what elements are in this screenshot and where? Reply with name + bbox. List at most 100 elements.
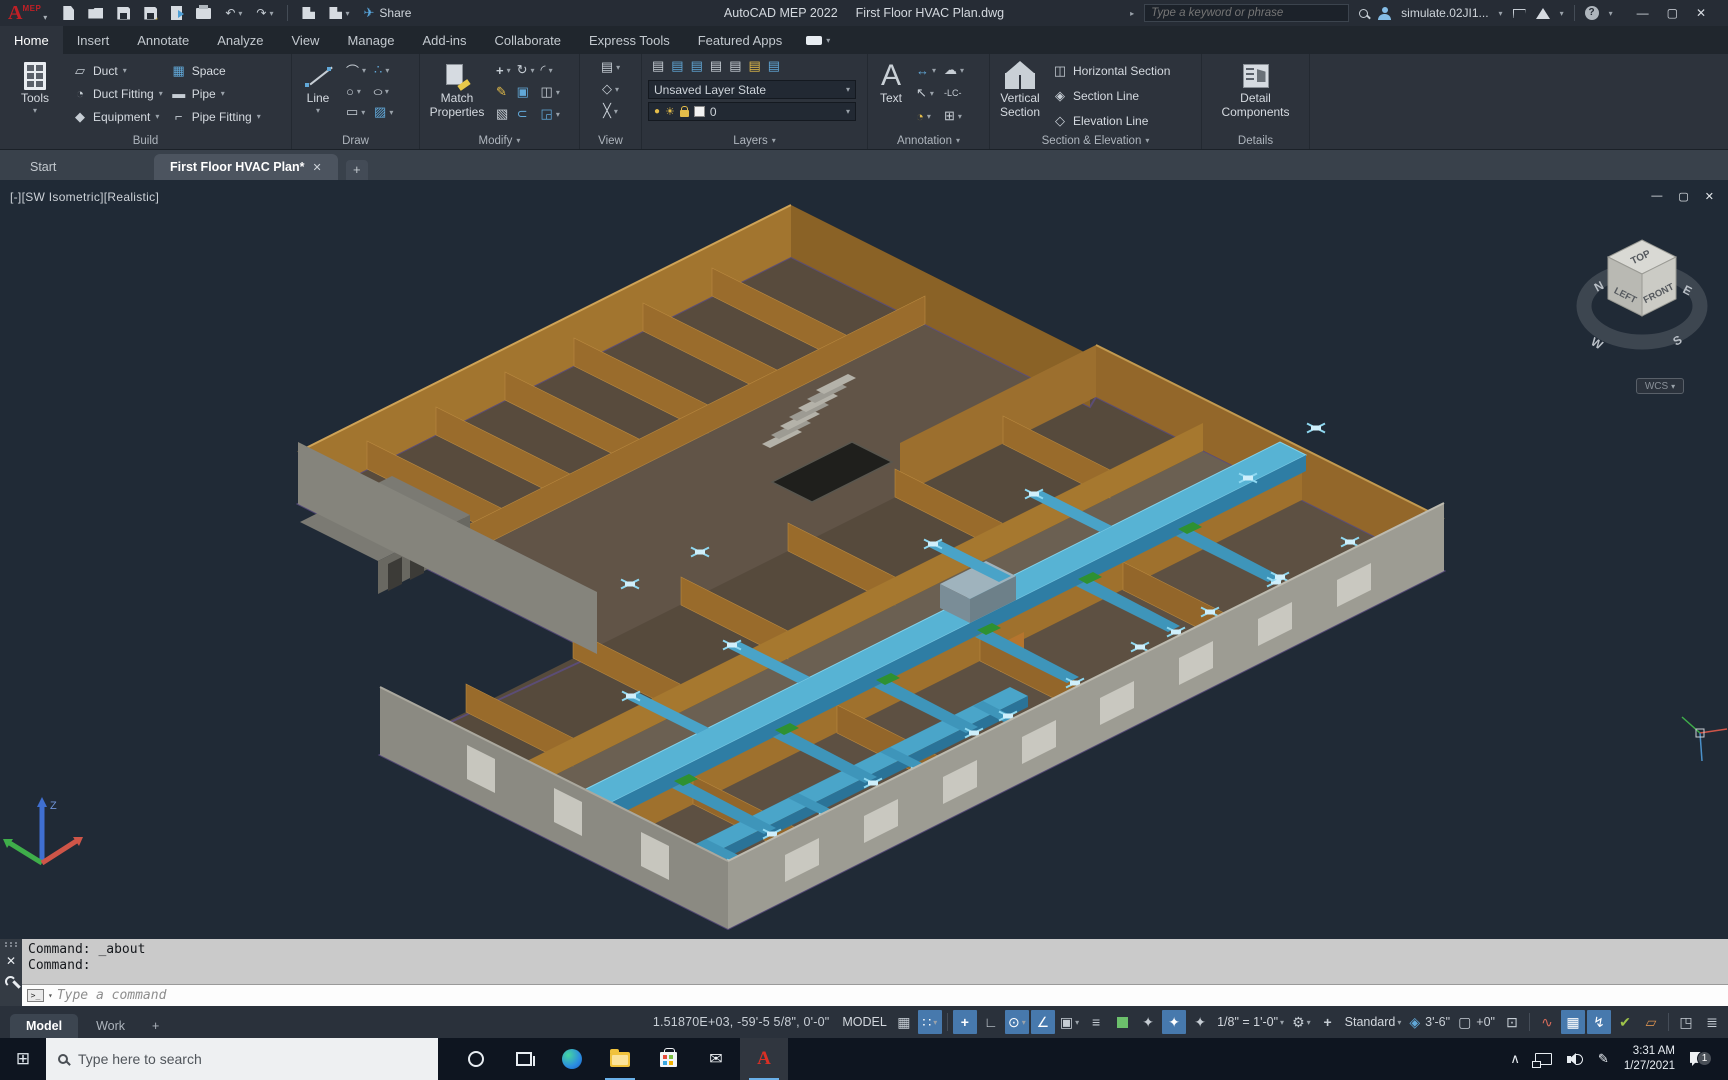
new-drawing-tab-button[interactable]: + <box>345 160 368 180</box>
model-viewport[interactable] <box>0 180 1728 939</box>
chevron-down-icon[interactable]: ▾ <box>531 66 535 75</box>
tools-button[interactable]: Tools ▾ <box>6 58 64 115</box>
chevron-down-icon[interactable]: ▾ <box>960 66 964 75</box>
detail-components-button[interactable]: Detail Components <box>1211 58 1301 120</box>
ortho-mode-toggle[interactable]: ∟ <box>979 1010 1003 1034</box>
taskbar-search-box[interactable]: Type here to search <box>46 1038 438 1080</box>
viewport-restore-button[interactable]: ▢ <box>1678 190 1688 203</box>
rotate-button[interactable]: ↻ ▾ <box>517 61 535 79</box>
chevron-down-icon[interactable]: ▾ <box>927 112 931 121</box>
chevron-down-icon[interactable]: ▾ <box>357 87 361 96</box>
workspace-switching-button[interactable]: ⚙ ▾ <box>1289 1010 1314 1034</box>
layer-state-icon[interactable]: ▤ <box>671 58 683 74</box>
panel-label-view[interactable]: View <box>580 132 641 149</box>
chevron-down-icon[interactable]: ▾ <box>155 112 159 121</box>
tab-annotate[interactable]: Annotate <box>123 26 203 54</box>
layer-color-swatch[interactable] <box>693 106 705 117</box>
tab-add-ins[interactable]: Add-ins <box>408 26 480 54</box>
trusted-autoloader-button[interactable]: ✔ <box>1613 1010 1637 1034</box>
layer-off-icon[interactable]: ▤ <box>729 58 741 74</box>
chevron-down-icon[interactable]: ▾ <box>159 89 163 98</box>
chevron-down-icon[interactable]: ▾ <box>958 112 962 121</box>
ribbon-display-toggle[interactable]: ▾ <box>796 26 840 54</box>
sun-icon[interactable]: ☀ <box>665 105 675 118</box>
chevron-down-icon[interactable]: ▾ <box>930 89 934 98</box>
viewport-close-button[interactable]: ✕ <box>1705 190 1714 203</box>
view-cube[interactable]: N E W S TOP LEFT FRONT <box>1572 218 1722 393</box>
grid-display-toggle[interactable]: ▦ <box>892 1010 916 1034</box>
unlock-icon[interactable] <box>679 106 689 117</box>
panel-label-modify[interactable]: Modify ▾ <box>420 132 579 149</box>
close-button[interactable]: ✕ <box>1696 6 1706 20</box>
offset-button[interactable]: ⊂ <box>517 105 535 123</box>
chevron-down-icon[interactable]: ▾ <box>1609 9 1613 18</box>
tab-insert[interactable]: Insert <box>63 26 124 54</box>
command-close-button[interactable]: ✕ <box>6 954 16 968</box>
chevron-down-icon[interactable]: ▾ <box>1560 9 1564 18</box>
3d-operations-button[interactable]: ▧ <box>496 105 511 123</box>
elevation-line-button[interactable]: ◇ Elevation Line <box>1052 111 1170 130</box>
notification-center-button[interactable]: 1 <box>1690 1046 1716 1072</box>
chevron-down-icon[interactable]: ▾ <box>1499 9 1503 18</box>
clean-screen-button[interactable]: ◳ <box>1674 1010 1698 1034</box>
speaker-icon[interactable] <box>1566 1052 1583 1066</box>
file-tab-start[interactable]: Start <box>14 154 144 180</box>
layout-tab-model[interactable]: Model <box>10 1014 79 1038</box>
panel-label-draw[interactable]: Draw <box>292 132 419 149</box>
chevron-down-icon[interactable]: ▾ <box>123 66 127 75</box>
layer-isolate-icon[interactable]: ▤ <box>691 58 703 74</box>
task-view-button[interactable] <box>500 1038 548 1080</box>
isolate-objects-button[interactable]: ⊡ <box>1500 1010 1524 1034</box>
cart-icon[interactable] <box>1513 9 1526 18</box>
circle-button[interactable]: ○ ▾ <box>346 82 366 100</box>
text-button[interactable]: A Text <box>874 58 908 106</box>
copy-button[interactable]: ▣ <box>517 83 535 101</box>
undo-button[interactable]: ↶ ▾ <box>225 6 242 20</box>
display-configuration-dropdown[interactable]: Standard ▾ <box>1342 1010 1405 1034</box>
viewport-config-button[interactable]: ╳ ▾ <box>603 102 618 120</box>
erase-button[interactable]: ✎ <box>496 83 511 101</box>
elevation-button[interactable]: ▢ +0" <box>1455 1010 1498 1034</box>
chevron-down-icon[interactable]: ▾ <box>362 66 366 75</box>
space-button[interactable]: ▦ Space <box>171 61 261 80</box>
move-button[interactable]: + ▾ <box>496 61 511 79</box>
tray-expand-chevron[interactable]: ∧ <box>1510 1051 1520 1067</box>
transfer-button[interactable] <box>171 6 185 20</box>
layer-match-icon[interactable]: ▤ <box>748 58 760 74</box>
plot-button[interactable] <box>196 4 212 19</box>
chevron-down-icon[interactable]: ▾ <box>507 66 511 75</box>
mirror-button[interactable]: ◫ ▾ <box>541 83 560 101</box>
section-line-button[interactable]: ◈ Section Line <box>1052 86 1170 105</box>
tab-featured-apps[interactable]: Featured Apps <box>684 26 797 54</box>
model-space-toggle[interactable]: MODEL <box>839 1010 889 1034</box>
edge-button[interactable] <box>548 1038 596 1080</box>
vertical-section-button[interactable]: Vertical Section <box>996 58 1044 120</box>
command-grip[interactable]: ✕ <box>0 939 22 1006</box>
mail-button[interactable]: ✉ <box>692 1038 740 1080</box>
ellipse-button[interactable]: ○ ▾ <box>372 82 393 100</box>
taskbar-clock[interactable]: 3:31 AM 1/27/2021 <box>1624 1044 1675 1074</box>
object-snap-toggle[interactable]: ▣ ▾ <box>1057 1010 1082 1034</box>
redo-button[interactable]: ↷ ▾ <box>256 6 273 20</box>
chevron-down-icon[interactable]: ▾ <box>616 63 620 72</box>
snap-mode-toggle[interactable]: ∷ ▾ <box>917 1010 942 1034</box>
table-button[interactable]: ⊞ ▾ <box>944 107 964 125</box>
layer-previous-icon[interactable]: ▤ <box>768 58 780 74</box>
save-as-button[interactable] <box>144 6 158 20</box>
chevron-down-icon[interactable]: ▾ <box>238 9 242 18</box>
chevron-down-icon[interactable]: ▾ <box>932 66 936 75</box>
cortana-button[interactable] <box>452 1038 500 1080</box>
user-avatar-icon[interactable] <box>1378 6 1392 20</box>
new-layout-button[interactable]: + <box>143 1014 168 1038</box>
save-button[interactable] <box>117 6 131 20</box>
minimize-button[interactable]: — <box>1637 6 1649 20</box>
chevron-down-icon[interactable]: ▾ <box>615 85 619 94</box>
cut-plane-button[interactable]: ◈ 3'-6" <box>1406 1010 1453 1034</box>
autodesk-logo-icon[interactable] <box>1535 7 1550 19</box>
chevron-down-icon[interactable]: ▾ <box>269 9 273 18</box>
signed-in-user[interactable]: simulate.02JI1... <box>1401 6 1488 20</box>
chevron-down-icon[interactable]: ▾ <box>385 87 389 96</box>
microsoft-store-button[interactable] <box>644 1038 692 1080</box>
transparency-toggle[interactable] <box>1110 1010 1134 1034</box>
chevron-down-icon[interactable]: ▾ <box>556 110 560 119</box>
